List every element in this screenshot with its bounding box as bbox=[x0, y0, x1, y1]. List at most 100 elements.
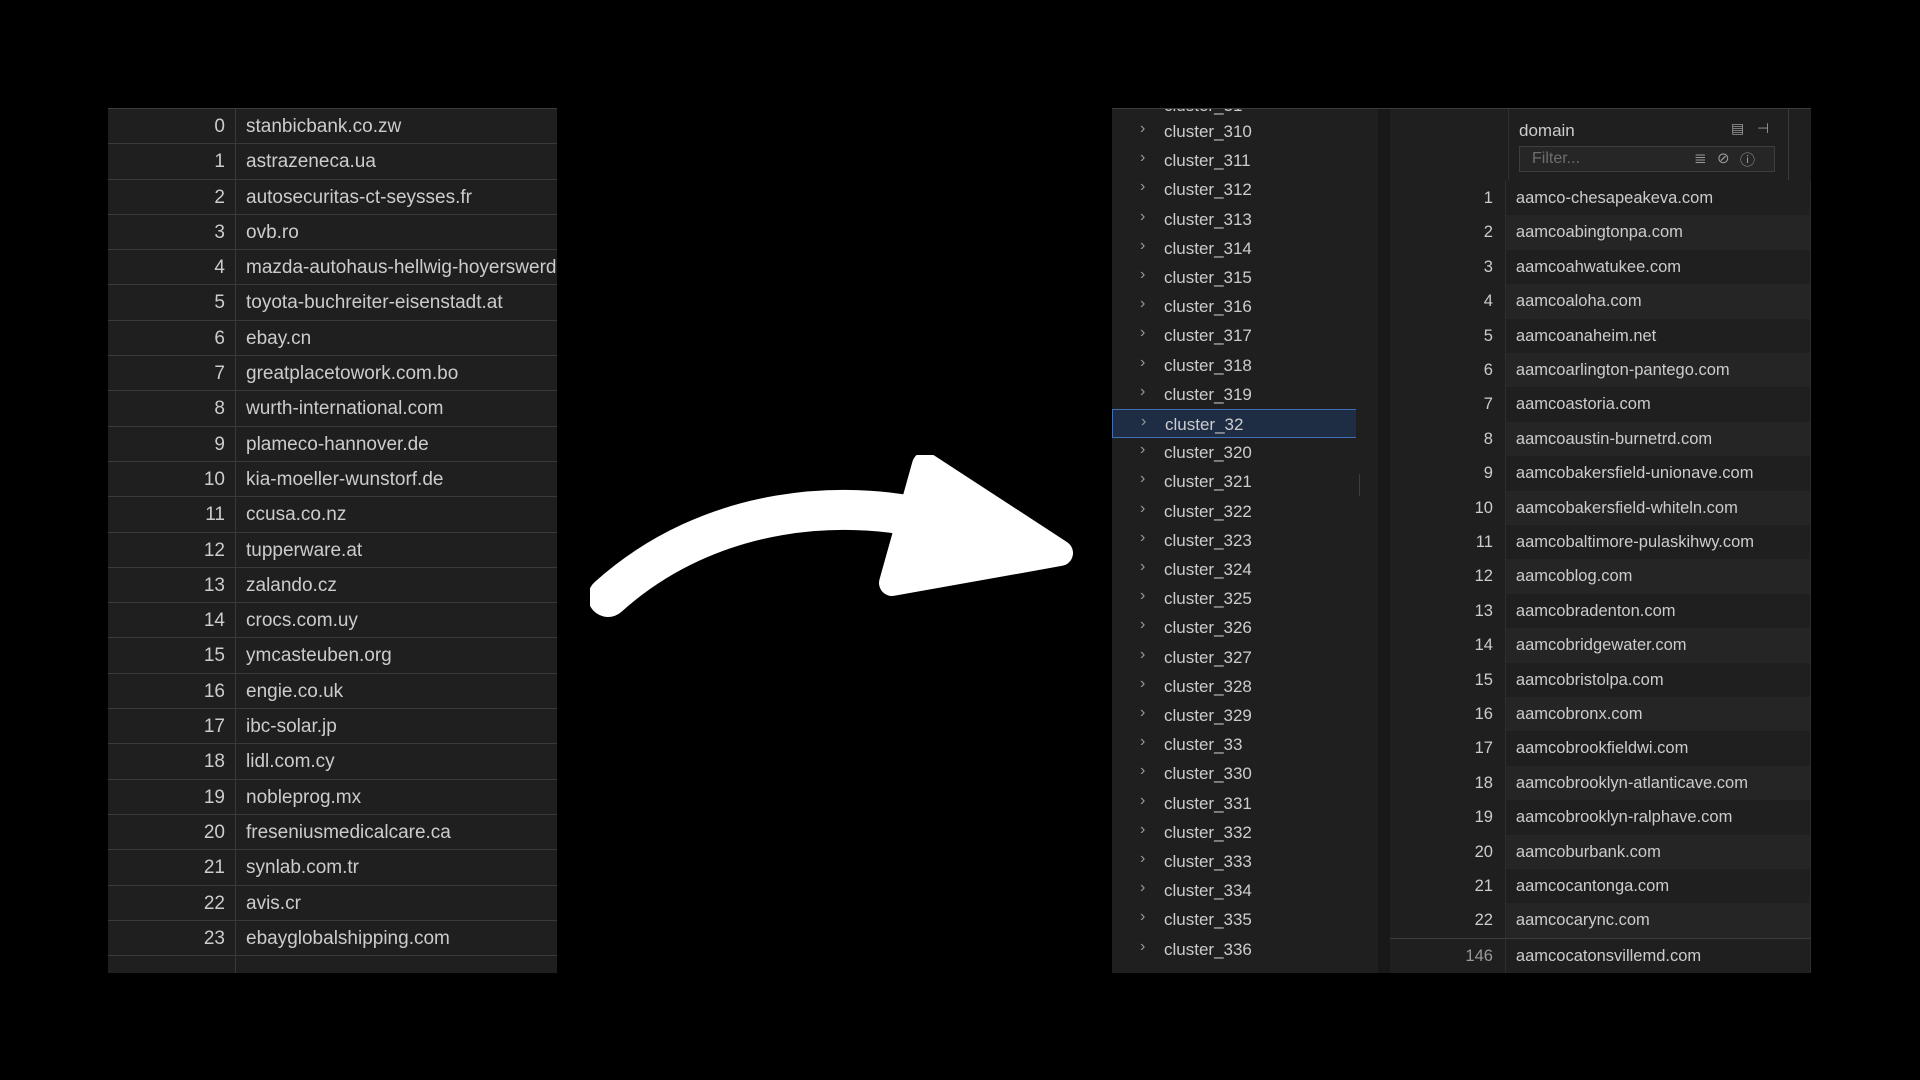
grid-row[interactable]: 10 aamcobakersfield-whiteln.com bbox=[1390, 490, 1811, 525]
filter-text-icon[interactable]: ≣ bbox=[1694, 149, 1707, 167]
chevron-right-icon[interactable]: › bbox=[1140, 873, 1145, 902]
grid-row[interactable]: 7 aamcoastoria.com bbox=[1390, 387, 1811, 422]
tree-item[interactable]: › cluster_32 bbox=[1112, 409, 1359, 438]
table-row[interactable]: 19 nobleprog.mx bbox=[108, 779, 557, 815]
tree-item[interactable]: › cluster_334 bbox=[1112, 876, 1359, 905]
tree-item[interactable]: › cluster_326 bbox=[1112, 613, 1359, 642]
grid-row[interactable]: 11 aamcobaltimore-pulaskihwy.com bbox=[1390, 525, 1811, 560]
chevron-right-icon[interactable]: › bbox=[1140, 552, 1145, 581]
tree-item[interactable]: › cluster_310 bbox=[1112, 117, 1359, 146]
table-row[interactable]: 0 stanbicbank.co.zw bbox=[108, 109, 557, 145]
chevron-right-icon[interactable]: › bbox=[1141, 407, 1146, 436]
table-row[interactable]: 7 greatplacetowork.com.bo bbox=[108, 356, 557, 392]
chevron-right-icon[interactable]: › bbox=[1140, 289, 1145, 318]
chevron-right-icon[interactable]: › bbox=[1140, 786, 1145, 815]
chevron-right-icon[interactable]: › bbox=[1140, 727, 1145, 756]
tree-item[interactable]: › cluster_316 bbox=[1112, 292, 1359, 321]
chevron-right-icon[interactable]: › bbox=[1140, 435, 1145, 464]
grid-row[interactable]: 6 aamcoarlington-pantego.com bbox=[1390, 353, 1811, 388]
pin-icon[interactable]: ⊣ bbox=[1757, 120, 1769, 137]
chevron-right-icon[interactable]: › bbox=[1140, 143, 1145, 172]
chevron-right-icon[interactable]: › bbox=[1140, 756, 1145, 785]
table-row[interactable]: 9 plameco-hannover.de bbox=[108, 426, 557, 462]
table-row[interactable]: 4 mazda-autohaus-hellwig-hoyerswerda bbox=[108, 250, 557, 286]
grid-row[interactable]: 16 aamcobronx.com bbox=[1390, 697, 1811, 732]
chevron-right-icon[interactable]: › bbox=[1140, 318, 1145, 347]
grid-row[interactable]: 2 aamcoabingtonpa.com bbox=[1390, 215, 1811, 250]
table-row[interactable]: 6 ebay.cn bbox=[108, 320, 557, 357]
grid-row[interactable]: 18 aamcobrooklyn-atlanticave.com bbox=[1390, 765, 1811, 801]
grid-row[interactable]: 19 aamcobrooklyn-ralphave.com bbox=[1390, 800, 1811, 835]
column-type-icon[interactable]: ▤ bbox=[1731, 120, 1744, 137]
tree-item[interactable]: › cluster_331 bbox=[1112, 789, 1359, 818]
tree-item[interactable]: › cluster_336 bbox=[1112, 935, 1359, 964]
tree-scrollbar[interactable]: ▲ ▼ bbox=[1356, 109, 1360, 973]
tree-item[interactable]: › cluster_329 bbox=[1112, 701, 1359, 730]
grid-row[interactable]: 21 aamcocantonga.com bbox=[1390, 869, 1811, 904]
tree-item[interactable]: › cluster_311 bbox=[1112, 146, 1359, 175]
table-row[interactable]: 22 avis.cr bbox=[108, 885, 557, 921]
tree-item[interactable]: › cluster_322 bbox=[1112, 497, 1359, 526]
grid-row[interactable]: 20 aamcoburbank.com bbox=[1390, 834, 1811, 869]
tree-item[interactable]: › cluster_314 bbox=[1112, 234, 1359, 263]
table-row[interactable]: 20 freseniusmedicalcare.ca bbox=[108, 814, 557, 851]
table-row[interactable]: 15 ymcasteuben.org bbox=[108, 638, 557, 674]
grid-row[interactable]: 9 aamcobakersfield-unionave.com bbox=[1390, 456, 1811, 491]
chevron-right-icon[interactable]: › bbox=[1140, 669, 1145, 698]
table-row[interactable]: 16 engie.co.uk bbox=[108, 673, 557, 710]
clear-filter-icon[interactable]: ⊘ bbox=[1717, 149, 1730, 167]
grid-row[interactable]: 1 aamco-chesapeakeva.com bbox=[1390, 181, 1811, 216]
chevron-right-icon[interactable]: › bbox=[1140, 464, 1145, 493]
grid-row[interactable]: 15 aamcobristolpa.com bbox=[1390, 662, 1811, 697]
grid-row[interactable]: 4 aamcoaloha.com bbox=[1390, 284, 1811, 319]
grid-row[interactable]: 13 aamcobradenton.com bbox=[1390, 593, 1811, 629]
tree-item[interactable]: › cluster_33 bbox=[1112, 730, 1359, 759]
tree-item[interactable]: › cluster_330 bbox=[1112, 759, 1359, 788]
column-header-domain[interactable]: domain ▤ ⊣ ≣ ⊘ ⓘ bbox=[1509, 109, 1789, 180]
tree-item[interactable]: › cluster_321 bbox=[1112, 467, 1359, 496]
grid-row[interactable]: 3 aamcoahwatukee.com bbox=[1390, 249, 1811, 285]
scroll-down-icon[interactable]: ▼ bbox=[1359, 957, 1360, 968]
grid-row[interactable]: 8 aamcoaustin-burnetrd.com bbox=[1390, 421, 1811, 457]
table-row[interactable]: 12 tupperware.at bbox=[108, 532, 557, 568]
tree-item[interactable]: › cluster_323 bbox=[1112, 526, 1359, 555]
tree-item[interactable]: › cluster_319 bbox=[1112, 380, 1359, 409]
tree-item[interactable]: › cluster_317 bbox=[1112, 321, 1359, 350]
tree-item[interactable]: › cluster_324 bbox=[1112, 555, 1359, 584]
tree-item[interactable]: › cluster_312 bbox=[1112, 175, 1359, 204]
table-row[interactable]: 18 lidl.com.cy bbox=[108, 744, 557, 780]
tree-item[interactable]: › cluster_328 bbox=[1112, 672, 1359, 701]
chevron-right-icon[interactable]: › bbox=[1140, 523, 1145, 552]
table-row[interactable]: 2 autosecuritas-ct-seysses.fr bbox=[108, 179, 557, 215]
chevron-right-icon[interactable]: › bbox=[1140, 260, 1145, 289]
tree-item[interactable]: › cluster_325 bbox=[1112, 584, 1359, 613]
tree-item[interactable]: › cluster_333 bbox=[1112, 847, 1359, 876]
table-row[interactable]: 11 ccusa.co.nz bbox=[108, 497, 557, 533]
chevron-right-icon[interactable]: › bbox=[1140, 610, 1145, 639]
table-row[interactable]: 14 crocs.com.uy bbox=[108, 603, 557, 639]
chevron-right-icon[interactable]: › bbox=[1140, 172, 1145, 201]
tree-item[interactable]: › cluster_318 bbox=[1112, 351, 1359, 380]
table-row[interactable]: 8 wurth-international.com bbox=[108, 391, 557, 427]
table-row[interactable]: 13 zalando.cz bbox=[108, 567, 557, 604]
tree-item[interactable]: › cluster_315 bbox=[1112, 263, 1359, 292]
chevron-right-icon[interactable]: › bbox=[1140, 581, 1145, 610]
chevron-right-icon[interactable]: › bbox=[1140, 202, 1145, 231]
table-row[interactable]: 3 ovb.ro bbox=[108, 214, 557, 251]
scroll-up-icon[interactable]: ▲ bbox=[1359, 113, 1360, 124]
chevron-right-icon[interactable]: › bbox=[1140, 932, 1145, 961]
grid-row[interactable]: 22 aamcocarync.com bbox=[1390, 903, 1811, 938]
grid-row[interactable]: 17 aamcobrookfieldwi.com bbox=[1390, 731, 1811, 766]
chevron-right-icon[interactable]: › bbox=[1140, 114, 1145, 143]
table-row[interactable]: 23 ebayglobalshipping.com bbox=[108, 920, 557, 957]
tree-item[interactable]: › cluster_335 bbox=[1112, 905, 1359, 934]
chevron-right-icon[interactable]: › bbox=[1140, 844, 1145, 873]
grid-row-sticky[interactable]: 146 aamcocatonsvillemd.com bbox=[1390, 937, 1811, 973]
tree-item[interactable]: › cluster_320 bbox=[1112, 438, 1359, 467]
grid-row[interactable]: 14 aamcobridgewater.com bbox=[1390, 628, 1811, 663]
tree-scroll-thumb[interactable] bbox=[1359, 474, 1360, 496]
grid-row[interactable]: 5 aamcoanaheim.net bbox=[1390, 318, 1811, 353]
chevron-right-icon[interactable]: › bbox=[1140, 640, 1145, 669]
tree-item[interactable]: › cluster_313 bbox=[1112, 205, 1359, 234]
table-row[interactable]: 5 toyota-buchreiter-eisenstadt.at bbox=[108, 285, 557, 321]
